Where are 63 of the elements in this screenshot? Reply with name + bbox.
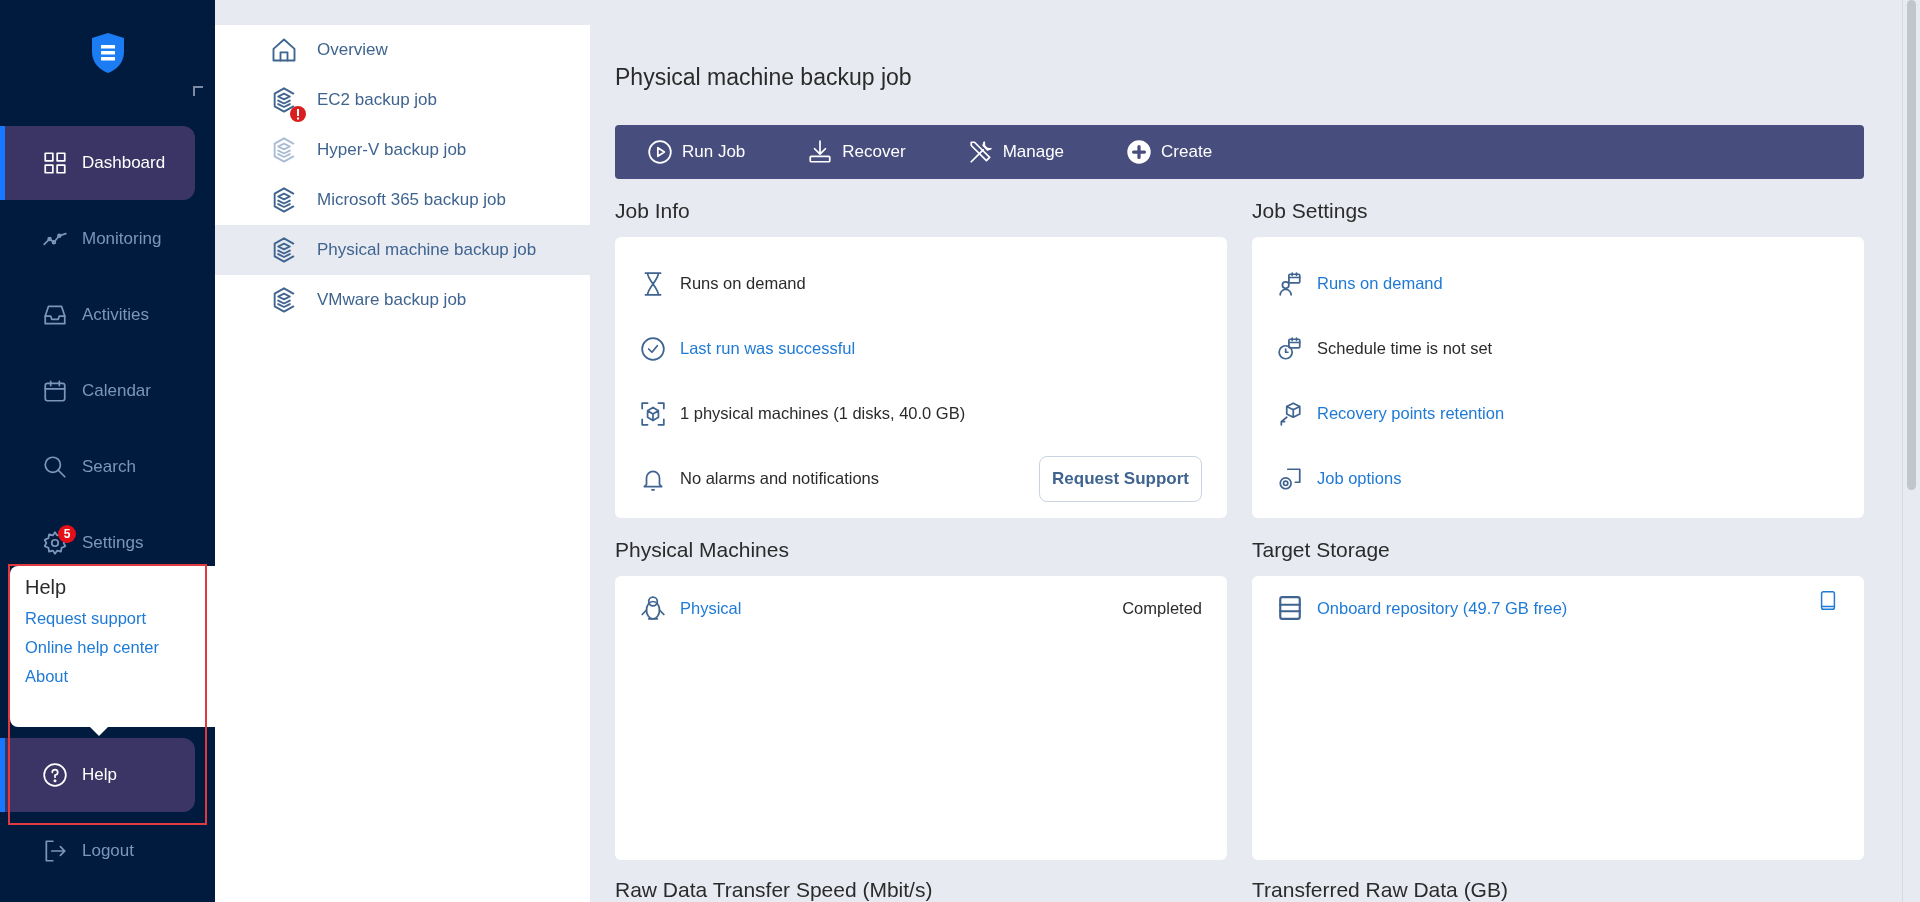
section-title: Job Settings: [1252, 199, 1369, 223]
job-list-item[interactable]: Overview: [215, 25, 590, 75]
info-text: No alarms and notifications: [680, 469, 879, 488]
info-link[interactable]: Job options: [1317, 469, 1402, 488]
job-list-item[interactable]: VMware backup job: [215, 275, 590, 325]
toolbar-button[interactable]: Recover: [807, 139, 906, 165]
job-list-item[interactable]: EC2 backup job: [215, 75, 590, 125]
section-title: Job Info: [615, 199, 691, 223]
collapse-icon[interactable]: [193, 86, 203, 96]
help-link[interactable]: Online help center: [25, 638, 159, 657]
plus-icon: [1126, 139, 1153, 165]
notification-badge: 5: [58, 525, 76, 543]
section-title: Target Storage: [1252, 538, 1391, 562]
person-calendar-icon: [1277, 270, 1303, 297]
home-icon: [270, 36, 298, 64]
help-icon: [42, 762, 68, 788]
shield-logo-icon: [89, 32, 126, 74]
section-title: Physical Machines: [615, 538, 790, 562]
page-title: Physical machine backup job: [615, 64, 913, 91]
nav-item[interactable]: Activities: [0, 278, 195, 352]
gear-screen-icon: [1277, 465, 1303, 492]
inbox-icon: [42, 302, 68, 328]
search-icon: [42, 454, 68, 480]
calendar-icon: [42, 378, 68, 404]
grid-icon: [42, 150, 68, 176]
info-text: Runs on demand: [680, 274, 806, 293]
machine-link[interactable]: Physical: [680, 598, 742, 618]
info-link[interactable]: Runs on demand: [1317, 274, 1443, 293]
cube-icon: [640, 400, 666, 427]
popup-title: Help: [25, 576, 67, 599]
info-text: Schedule time is not set: [1317, 339, 1493, 358]
nav-item[interactable]: Search: [0, 430, 195, 504]
check-circle-icon: [640, 335, 666, 362]
tools-icon: [967, 139, 994, 165]
settings-icon: [42, 530, 68, 556]
penguin-icon: [640, 595, 666, 621]
request-support-button[interactable]: Request Support: [1039, 455, 1202, 502]
nav-item[interactable]: Help: [0, 738, 195, 812]
help-link[interactable]: Request support: [25, 609, 147, 628]
help-link[interactable]: About: [25, 667, 69, 686]
toolbar-button[interactable]: Create: [1126, 139, 1213, 165]
nav-item[interactable]: Dashboard: [0, 126, 195, 200]
logout-icon: [42, 838, 68, 864]
info-text: 1 physical machines (1 disks, 40.0 GB): [680, 404, 966, 423]
box-arrow-icon: [1277, 400, 1303, 427]
download-icon: [807, 139, 834, 165]
section-title: Transferred Raw Data (GB): [1252, 878, 1509, 902]
info-link[interactable]: Last run was successful: [680, 339, 856, 358]
toolbar-button[interactable]: Run Job: [647, 139, 746, 165]
status-text: Completed: [1122, 598, 1202, 618]
nav-item[interactable]: Logout: [0, 814, 195, 888]
toolbar-button[interactable]: Manage: [967, 139, 1065, 165]
section-title: Raw Data Transfer Speed (Mbit/s): [615, 878, 934, 902]
nav-item[interactable]: Monitoring: [0, 202, 195, 276]
play-icon: [647, 139, 673, 165]
storage-icon: [1277, 595, 1303, 621]
info-link[interactable]: Recovery points retention: [1317, 404, 1505, 423]
clock-calendar-icon: [1277, 335, 1303, 362]
job-list-item[interactable]: Microsoft 365 backup job: [215, 175, 590, 225]
error-icon: [290, 106, 306, 122]
job-list-item[interactable]: Physical machine backup job: [215, 225, 590, 275]
nav-item[interactable]: Calendar: [0, 354, 195, 428]
repository-link[interactable]: Onboard repository (49.7 GB free): [1317, 598, 1568, 618]
